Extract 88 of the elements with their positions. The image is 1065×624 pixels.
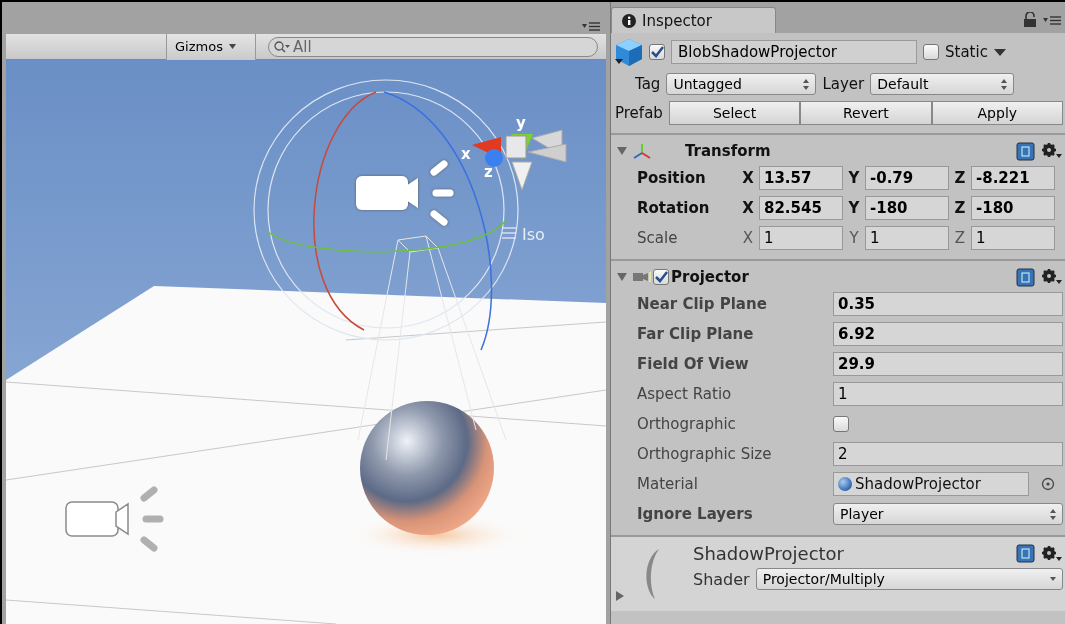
number-field[interactable]: 6.92	[833, 322, 1063, 346]
gizmos-dropdown[interactable]: Gizmos	[166, 33, 256, 60]
static-checkbox[interactable]	[923, 44, 939, 60]
number-field[interactable]: 29.9	[833, 352, 1063, 376]
material-name: ShadowProjector	[693, 543, 845, 564]
component-title: Transform	[685, 142, 771, 160]
up-down-arrow-icon	[803, 78, 810, 90]
static-label: Static	[945, 43, 988, 61]
field-label: Ignore Layers	[637, 505, 754, 523]
caret-icon	[228, 44, 236, 49]
number-field[interactable]: -0.79	[865, 166, 949, 190]
number-field[interactable]: 13.57	[759, 166, 843, 190]
axis-label: Z	[953, 169, 967, 187]
prefab-button[interactable]: Select	[668, 101, 801, 125]
caret-icon	[993, 48, 1006, 56]
active-checkbox[interactable]	[649, 44, 665, 60]
axis-label: y	[516, 114, 526, 132]
material-sphere-icon	[838, 477, 852, 491]
inspector-title: Inspector	[642, 11, 712, 30]
layers-dropdown[interactable]: Player	[833, 503, 1063, 525]
camera-icon	[356, 160, 454, 226]
axis-label: Y	[847, 169, 861, 187]
number-field[interactable]: 0.35	[833, 292, 1063, 316]
layer-label: Layer	[822, 75, 865, 93]
number-field[interactable]: -180	[865, 196, 949, 220]
help-icon	[1016, 141, 1035, 161]
layer-dropdown[interactable]: Default	[870, 73, 1015, 95]
axis-label: X	[741, 199, 755, 217]
prefab-button[interactable]: Apply	[931, 101, 1063, 125]
checkmark-icon	[654, 270, 668, 284]
axis-label: Y	[848, 229, 860, 247]
component-title: Projector	[671, 268, 749, 286]
lock-icon	[1023, 12, 1037, 27]
axis-label: X	[741, 229, 755, 247]
field-label: Material	[637, 475, 699, 493]
field-label: Far Clip Plane	[637, 325, 755, 343]
number-field[interactable]: 2	[833, 442, 1063, 466]
field-label: Position	[637, 169, 707, 187]
axis-label: x	[461, 145, 471, 163]
field-label: Orthographic Size	[637, 445, 773, 463]
camera-icon	[65, 486, 164, 552]
help-icon	[1016, 544, 1035, 563]
shader-label: Shader	[693, 569, 750, 589]
game-object-icon	[615, 37, 643, 67]
number-field[interactable]: 1	[971, 226, 1055, 250]
number-field[interactable]: 1	[865, 226, 949, 250]
menu-icon	[501, 227, 517, 239]
transform-axes-icon	[633, 143, 651, 159]
tag-dropdown[interactable]: Untagged	[666, 73, 817, 95]
axis-label: X	[741, 169, 755, 187]
axis-label: Z	[953, 229, 967, 247]
checkmark-icon	[650, 45, 664, 59]
up-down-arrow-icon	[1050, 508, 1056, 520]
projection-label: Iso	[522, 225, 545, 244]
inspector-tab[interactable]: Inspector	[611, 7, 776, 33]
field-label: Aspect Ratio	[637, 385, 733, 403]
axis-label: z	[484, 163, 493, 181]
projector-icon	[633, 272, 651, 282]
shader-dropdown[interactable]: Projector/Multiply	[755, 568, 1063, 590]
up-down-arrow-icon	[1001, 78, 1008, 90]
field-label: Rotation	[637, 199, 711, 217]
info-icon	[622, 13, 636, 28]
prefab-button[interactable]: Revert	[800, 101, 932, 125]
tag-label: Tag	[635, 75, 661, 93]
number-field[interactable]: -180	[971, 196, 1055, 220]
field-label: Scale	[637, 229, 679, 247]
number-field[interactable]: 1	[759, 226, 843, 250]
prefab-label: Prefab	[615, 104, 663, 122]
axis-label: Z	[953, 199, 967, 217]
panel-menu-icon	[1043, 14, 1061, 25]
field-label: Field Of View	[637, 355, 750, 373]
number-field[interactable]: 82.545	[759, 196, 843, 220]
number-field[interactable]: 1	[833, 382, 1063, 406]
object-field[interactable]: ShadowProjector	[833, 472, 1029, 496]
object-picker-icon	[1041, 477, 1055, 491]
caret-icon	[1050, 577, 1056, 581]
component-enabled-checkbox[interactable]	[653, 269, 669, 285]
field-label: Near Clip Plane	[637, 295, 768, 313]
settings-icon	[1041, 544, 1063, 563]
number-field[interactable]: -8.221	[971, 166, 1055, 190]
help-icon	[1016, 267, 1035, 287]
object-name-field[interactable]: BlobShadowProjector	[671, 40, 917, 64]
axis-label: Y	[847, 199, 861, 217]
panel-menu-icon	[582, 21, 600, 31]
field-label: Orthographic	[637, 415, 737, 433]
search-field[interactable]: All	[268, 36, 598, 57]
checkbox[interactable]	[833, 416, 849, 432]
search-icon	[274, 40, 290, 53]
